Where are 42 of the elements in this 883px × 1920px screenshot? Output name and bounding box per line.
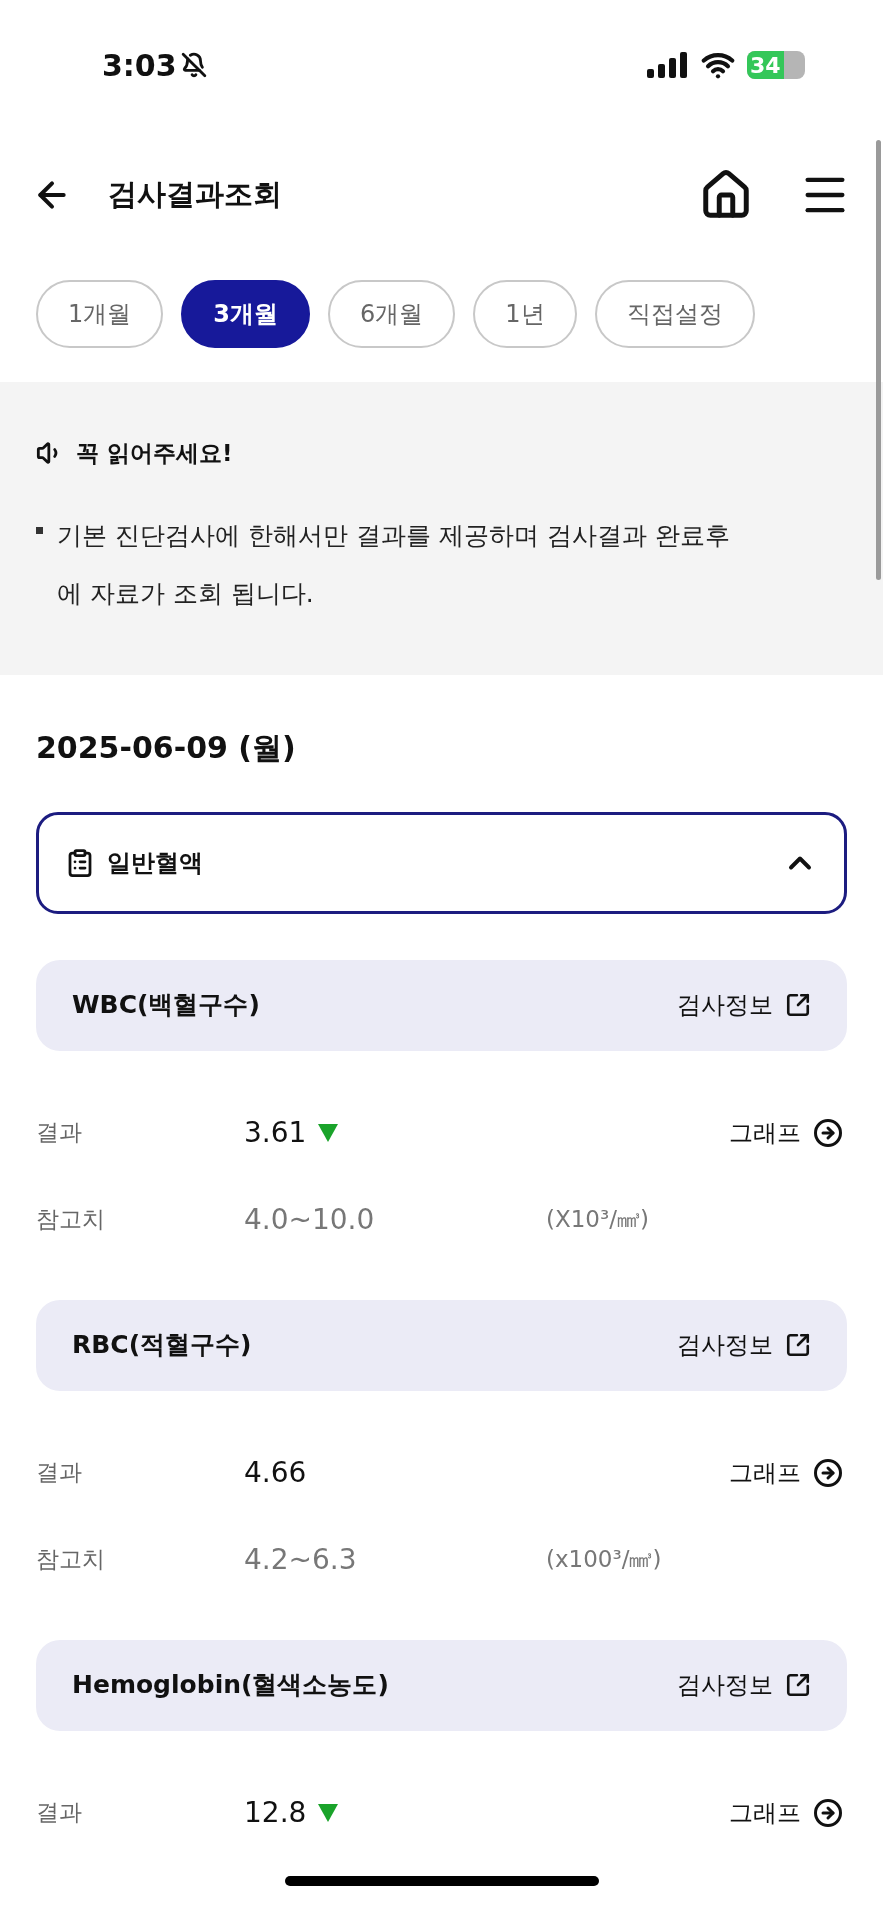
arrow-circle-icon [813,1797,843,1828]
page-title: 검사결과조회 [108,176,283,214]
date-heading: 2025-06-09 (월) [36,728,297,767]
result-label: 결과 [36,1118,83,1148]
reference-label: 참고치 [36,1545,106,1575]
period-tab[interactable]: 1개월 [36,280,164,348]
signal-icon [647,52,689,78]
unit-text: (x100³/㎣) [546,1545,662,1575]
graph-link[interactable]: 그래프 [729,1114,843,1151]
result-value: 4.66 [244,1454,307,1491]
unit-text: (X10³/㎣) [546,1205,649,1235]
period-tab[interactable]: 3개월 [181,280,310,348]
reference-range: 4.0~10.0 [244,1201,376,1238]
reference-range: 4.2~6.3 [244,1541,358,1578]
notice-text: 기본 진단검사에 한해서만 결과를 제공하며 검사결과 완료후에 자료가 조회 됩니다. [57,519,731,610]
reference-label: 참고치 [36,1205,106,1235]
notice-title: 꼭 읽어주세요! [76,439,233,468]
arrow-circle-icon [813,1457,843,1488]
period-tab[interactable]: 1년 [473,280,577,348]
test-name: Hemoglobin(혈색소농도) [72,1669,389,1702]
category-accordion[interactable]: 일반혈액 [36,811,847,914]
external-link-icon [785,1332,811,1358]
status-time: 3:03 [102,46,177,85]
bullet-icon [36,526,43,534]
arrow-circle-icon [813,1117,843,1148]
test-name: WBC(백혈구수) [72,989,260,1022]
external-link-icon [785,1672,811,1698]
result-label: 결과 [36,1798,83,1828]
result-label: 결과 [36,1458,83,1488]
external-link-icon [785,992,811,1018]
test-info-link[interactable]: 검사정보 [677,1327,811,1363]
result-value: 12.8 [244,1794,307,1831]
result-value: 3.61 [244,1114,307,1151]
graph-link[interactable]: 그래프 [729,1454,843,1491]
graph-link[interactable]: 그래프 [729,1794,843,1831]
period-tab[interactable]: 6개월 [328,280,456,348]
battery-indicator: 34 [747,51,805,79]
muted-bell-icon [180,52,207,78]
test-info-link[interactable]: 검사정보 [677,1667,811,1703]
test-name: RBC(적혈구수) [72,1329,252,1362]
period-tab[interactable]: 직접설정 [594,280,755,348]
test-info-link[interactable]: 검사정보 [677,987,811,1023]
